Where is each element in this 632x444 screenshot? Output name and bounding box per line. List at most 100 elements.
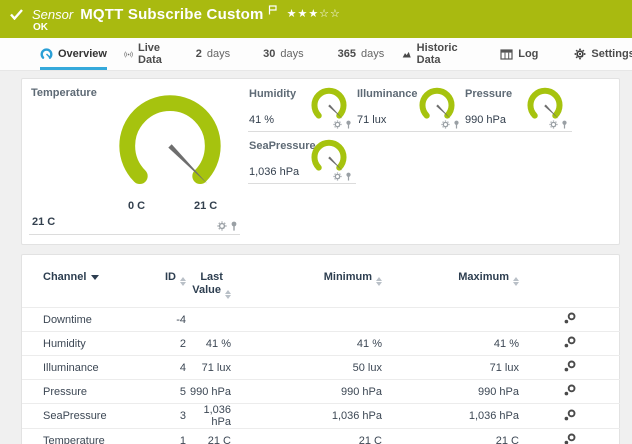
gauge-pin-icon[interactable] [453, 120, 460, 129]
tab-2-days[interactable]: 2days [196, 38, 230, 70]
column-header-channel[interactable]: Channel [22, 255, 142, 308]
channel-id: 1 [142, 429, 186, 444]
edit-channel-icon[interactable] [564, 336, 576, 348]
channel-name[interactable]: Pressure [22, 380, 142, 404]
channel-id: 2 [142, 332, 186, 356]
gauge-settings-gear-icon[interactable] [217, 221, 227, 231]
temperature-gauge-dial [114, 92, 226, 198]
humidity-gauge-dial [310, 87, 348, 123]
channel-id: 4 [142, 356, 186, 380]
channel-minimum: 1,036 hPa [231, 404, 382, 429]
channel-last-value [186, 308, 231, 332]
tab-historic-data[interactable]: Historic Data [402, 38, 462, 70]
log-table-icon [500, 49, 513, 60]
empty-cell [356, 136, 464, 184]
channel-minimum: 41 % [231, 332, 382, 356]
flag-icon[interactable] [268, 2, 277, 20]
status-badge: OK [33, 22, 48, 33]
table-row-downtime: Downtime -4 [22, 308, 620, 332]
priority-stars[interactable]: ★★★☆☆ [287, 7, 341, 20]
gauge-label: Temperature [31, 87, 97, 99]
status-ok-check-icon [10, 7, 23, 23]
sensor-header: Sensor MQTT Subscribe Custom ★★★☆☆ OK [0, 0, 632, 38]
gauge-cell-humidity[interactable]: Humidity 41 % [248, 84, 356, 132]
table-row-humidity: Humidity 2 41 % 41 % 41 % [22, 332, 620, 356]
gauge-cell-pressure[interactable]: Pressure 990 hPa [464, 84, 572, 132]
tab-bar: Overview Live Data 2days 30days 365days … [0, 38, 632, 71]
object-kind-label: Sensor [32, 7, 73, 22]
gauge-settings-gear-icon[interactable] [333, 172, 342, 181]
gauge-pin-icon[interactable] [345, 120, 352, 129]
broadcast-icon [124, 49, 133, 60]
tab-log[interactable]: Log [500, 38, 538, 70]
column-header-edit [519, 255, 620, 308]
channel-maximum: 1,036 hPa [382, 404, 519, 429]
channel-last-value: 71 lux [186, 356, 231, 380]
channel-last-value: 990 hPa [186, 380, 231, 404]
gear-icon [574, 48, 586, 60]
tab-30-days[interactable]: 30days [263, 38, 304, 70]
gauge-pin-icon[interactable] [561, 120, 568, 129]
channel-minimum: 21 C [231, 429, 382, 444]
channel-maximum: 71 lux [382, 356, 519, 380]
channel-maximum: 21 C [382, 429, 519, 444]
channel-name[interactable]: Temperature [22, 429, 142, 444]
table-row-illuminance: Illuminance 4 71 lux 50 lux 71 lux [22, 356, 620, 380]
channel-maximum [382, 308, 519, 332]
gauge-settings-gear-icon[interactable] [549, 120, 558, 129]
channel-last-value: 41 % [186, 332, 231, 356]
channel-table-panel: Channel ID LastValue Minimum Maximum Dow… [21, 254, 620, 444]
overview-gauges-panel: Temperature 0 C 21 C 21 C Humidity 41 % [21, 78, 620, 245]
edit-channel-icon[interactable] [564, 433, 576, 444]
sort-desc-icon [91, 275, 99, 280]
table-row-temperature: Temperature 1 21 C 21 C 21 C [22, 429, 620, 444]
pressure-gauge-dial [526, 87, 564, 123]
page-title: MQTT Subscribe Custom [80, 6, 263, 23]
sort-icon [180, 277, 186, 286]
sort-icon [376, 277, 382, 286]
gauge-value: 21 C [32, 216, 55, 228]
edit-channel-icon[interactable] [564, 360, 576, 372]
gauge-scale-max: 21 C [194, 200, 217, 212]
edit-channel-icon[interactable] [564, 409, 576, 421]
channel-id: 5 [142, 380, 186, 404]
channel-id: -4 [142, 308, 186, 332]
edit-channel-icon[interactable] [564, 312, 576, 324]
channel-name[interactable]: Humidity [22, 332, 142, 356]
column-header-last-value[interactable]: LastValue [186, 255, 231, 308]
gauge-settings-gear-icon[interactable] [441, 120, 450, 129]
channel-name[interactable]: Illuminance [22, 356, 142, 380]
channel-minimum: 990 hPa [231, 380, 382, 404]
table-row-seapressure: SeaPressure 3 1,036 hPa 1,036 hPa 1,036 … [22, 404, 620, 429]
column-header-id[interactable]: ID [142, 255, 186, 308]
seapressure-gauge-dial [310, 139, 348, 175]
empty-cell [464, 136, 572, 184]
illuminance-gauge-dial [418, 87, 456, 123]
channel-maximum: 41 % [382, 332, 519, 356]
gauge-settings-gear-icon[interactable] [333, 120, 342, 129]
gauge-icon [40, 48, 53, 60]
tab-overview[interactable]: Overview [40, 38, 107, 70]
channel-last-value: 1,036 hPa [186, 404, 231, 429]
gauge-cell-temperature[interactable]: Temperature 0 C 21 C 21 C [29, 84, 240, 235]
column-header-minimum[interactable]: Minimum [231, 255, 382, 308]
sort-icon [513, 277, 519, 286]
tab-365-days[interactable]: 365days [338, 38, 385, 70]
tab-live-data[interactable]: Live Data [124, 38, 168, 70]
channel-name[interactable]: SeaPressure [22, 404, 142, 429]
gauge-scale-min: 0 C [128, 200, 145, 212]
channel-minimum [231, 308, 382, 332]
sort-icon [225, 290, 231, 299]
table-row-pressure: Pressure 5 990 hPa 990 hPa 990 hPa [22, 380, 620, 404]
channel-name[interactable]: Downtime [22, 308, 142, 332]
column-header-maximum[interactable]: Maximum [382, 255, 519, 308]
gauge-pin-icon[interactable] [345, 172, 352, 181]
gauge-cell-illuminance[interactable]: Illuminance 71 lux [356, 84, 464, 132]
gauge-cell-seapressure[interactable]: SeaPressure 1,036 hPa [248, 136, 356, 184]
gauge-pin-icon[interactable] [230, 221, 238, 231]
area-chart-icon [402, 49, 411, 60]
channel-minimum: 50 lux [231, 356, 382, 380]
edit-channel-icon[interactable] [564, 384, 576, 396]
channel-maximum: 990 hPa [382, 380, 519, 404]
tab-settings[interactable]: Settings [574, 38, 632, 70]
